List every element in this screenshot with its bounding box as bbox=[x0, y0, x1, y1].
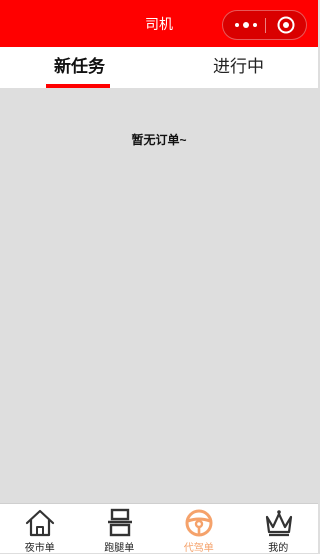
nav-bar: 司机 bbox=[0, 0, 318, 47]
tab-in-progress[interactable]: 进行中 bbox=[159, 47, 318, 88]
tabbar-item-mine[interactable]: 我的 bbox=[239, 504, 319, 554]
tabbar-item-chauffeur[interactable]: 代驾单 bbox=[159, 504, 239, 554]
target-close-icon[interactable] bbox=[277, 16, 295, 34]
order-tabs: 新任务 进行中 bbox=[0, 47, 318, 88]
capsule-divider bbox=[265, 18, 266, 33]
tabbar-item-errand[interactable]: 跑腿单 bbox=[80, 504, 160, 554]
bottom-tabbar: 夜市单 跑腿单 代驾单 我的 bbox=[0, 503, 319, 554]
steering-wheel-icon bbox=[183, 508, 215, 538]
tabbar-label: 我的 bbox=[268, 543, 289, 554]
empty-message: 暂无订单~ bbox=[131, 133, 187, 147]
mini-program-capsule bbox=[222, 10, 307, 40]
tabbar-label: 夜市单 bbox=[24, 543, 55, 554]
tab-new-task[interactable]: 新任务 bbox=[0, 47, 159, 88]
crown-icon bbox=[263, 508, 295, 538]
more-dots-icon[interactable] bbox=[232, 11, 264, 39]
home-icon bbox=[24, 508, 56, 538]
runner-package-icon bbox=[104, 508, 136, 538]
tabbar-label: 代驾单 bbox=[183, 543, 214, 554]
order-list[interactable]: 暂无订单~ bbox=[0, 88, 318, 503]
tabbar-label: 跑腿单 bbox=[104, 543, 135, 554]
tabbar-item-night-market[interactable]: 夜市单 bbox=[0, 504, 80, 554]
